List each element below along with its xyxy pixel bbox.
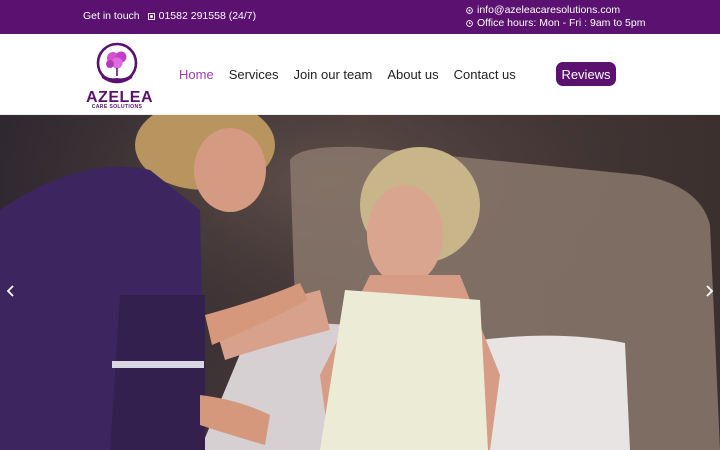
office-hours-text: Office hours: Mon - Fri : 9am to 5pm [477, 17, 646, 29]
contact-right: info@azeleacaresolutions.com Office hour… [466, 4, 645, 30]
logo[interactable]: AZELEA CARE SOLUTIONS [86, 42, 153, 110]
email-link[interactable]: info@azeleacaresolutions.com [466, 4, 645, 17]
phone-link[interactable]: 01582 291558 (24/7) [147, 10, 257, 22]
email-icon [466, 7, 473, 14]
hero-image [0, 115, 720, 450]
phone-number: 01582 291558 (24/7) [158, 10, 257, 22]
hero-slider [0, 115, 720, 450]
top-contact-bar: Get in touch 01582 291558 (24/7) info@az… [0, 0, 720, 34]
email-address: info@azeleacaresolutions.com [477, 4, 621, 16]
office-hours: Office hours: Mon - Fri : 9am to 5pm [466, 17, 645, 30]
chevron-right-icon [706, 285, 714, 297]
logo-tagline: CARE SOLUTIONS [91, 104, 143, 110]
reviews-button[interactable]: Reviews [556, 62, 616, 86]
clock-icon [466, 20, 473, 27]
nav-home[interactable]: Home [179, 67, 214, 82]
nav-services[interactable]: Services [229, 67, 279, 82]
slider-next-button[interactable] [701, 283, 717, 299]
site-header: AZELEA CARE SOLUTIONS Home Services Join… [0, 34, 720, 115]
logo-mark-icon [96, 42, 138, 84]
chevron-left-icon [6, 285, 14, 297]
nav-join-our-team[interactable]: Join our team [294, 67, 373, 82]
nav-about-us[interactable]: About us [387, 67, 438, 82]
get-in-touch-text: Get in touch [83, 10, 140, 22]
main-nav: Home Services Join our team About us Con… [179, 67, 516, 82]
contact-left: Get in touch 01582 291558 (24/7) [83, 10, 256, 22]
slider-prev-button[interactable] [3, 283, 19, 299]
nav-contact-us[interactable]: Contact us [454, 67, 516, 82]
phone-icon [147, 12, 155, 20]
